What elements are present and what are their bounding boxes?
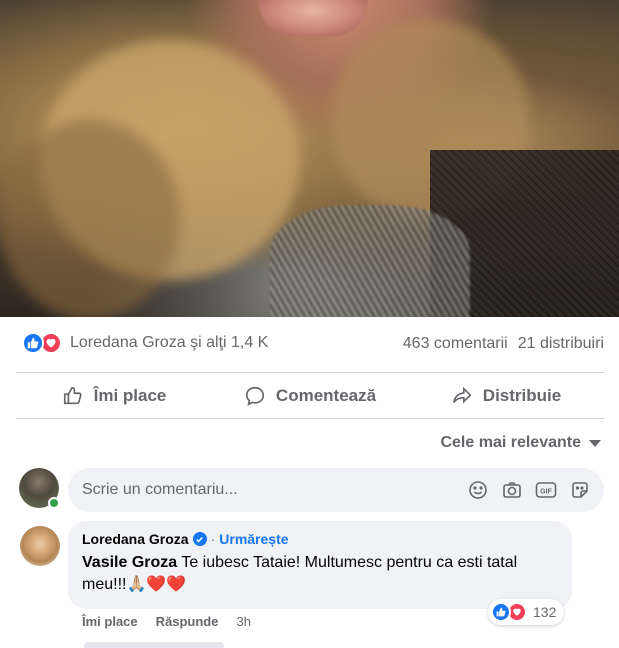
camera-icon[interactable] bbox=[500, 478, 524, 502]
comment-reactions[interactable]: 132 bbox=[488, 599, 565, 625]
emoji-icon[interactable] bbox=[466, 478, 490, 502]
follow-button[interactable]: Urmărește bbox=[219, 531, 288, 547]
thumbs-up-icon bbox=[63, 386, 82, 404]
caret-down-icon bbox=[589, 439, 601, 447]
reaction-summary[interactable]: Loredana Groza şi alţi 1,4 K bbox=[22, 332, 268, 354]
commenter-avatar[interactable] bbox=[20, 526, 60, 566]
next-comment-preview bbox=[84, 642, 224, 648]
shares-count[interactable]: 21 distribuiri bbox=[518, 335, 604, 353]
comment-author[interactable]: Loredana Groza bbox=[82, 531, 189, 547]
sort-label: Cele mai relevante bbox=[440, 434, 581, 451]
like-icon bbox=[491, 602, 511, 622]
comment-like-button[interactable]: Îmi place bbox=[82, 614, 138, 629]
svg-text:GIF: GIF bbox=[540, 489, 552, 496]
comment-reply-button[interactable]: Răspunde bbox=[156, 614, 219, 629]
post-photo[interactable] bbox=[0, 0, 619, 317]
comment-button-label: Comentează bbox=[275, 385, 377, 405]
share-button-label: Distribuie bbox=[482, 385, 562, 405]
photo-lips bbox=[258, 0, 368, 36]
reaction-names[interactable]: Loredana Groza şi alţi 1,4 K bbox=[70, 334, 268, 352]
like-button-label: Îmi place bbox=[93, 385, 167, 405]
comment-meta: Îmi place Răspunde 3h bbox=[82, 614, 251, 629]
comment-input[interactable]: Scrie un comentariu... bbox=[82, 481, 466, 499]
like-button[interactable]: Îmi place bbox=[16, 373, 212, 418]
separator-dot: · bbox=[210, 531, 216, 547]
verified-badge-icon bbox=[192, 532, 207, 546]
gif-icon[interactable]: GIF bbox=[534, 478, 558, 502]
comment-text: Vasile Groza Te iubesc Tataie! Multumesc… bbox=[82, 552, 558, 596]
comment-bubble-icon bbox=[245, 386, 264, 406]
post-stats: Loredana Groza şi alţi 1,4 K 463 comenta… bbox=[0, 317, 619, 372]
share-button[interactable]: Distribuie bbox=[408, 373, 604, 418]
comment-button[interactable]: Comentează bbox=[212, 373, 408, 418]
comments-count[interactable]: 463 comentarii bbox=[403, 335, 508, 353]
online-status-indicator bbox=[48, 497, 60, 509]
comment-composer[interactable]: Scrie un comentariu... GIF bbox=[68, 468, 604, 512]
sticker-icon[interactable] bbox=[568, 478, 592, 502]
share-arrow-icon bbox=[452, 386, 472, 403]
comment-timestamp[interactable]: 3h bbox=[236, 614, 250, 629]
like-icon bbox=[22, 332, 44, 354]
comment-bubble: Loredana Groza · Urmărește Vasile Groza … bbox=[68, 521, 572, 609]
comment-sort-dropdown[interactable]: Cele mai relevante bbox=[440, 434, 601, 452]
post-actions: Îmi place Comentează Distribuie bbox=[16, 372, 604, 419]
comment-reaction-count: 132 bbox=[533, 604, 557, 620]
comment-mention[interactable]: Vasile Groza bbox=[82, 554, 177, 571]
